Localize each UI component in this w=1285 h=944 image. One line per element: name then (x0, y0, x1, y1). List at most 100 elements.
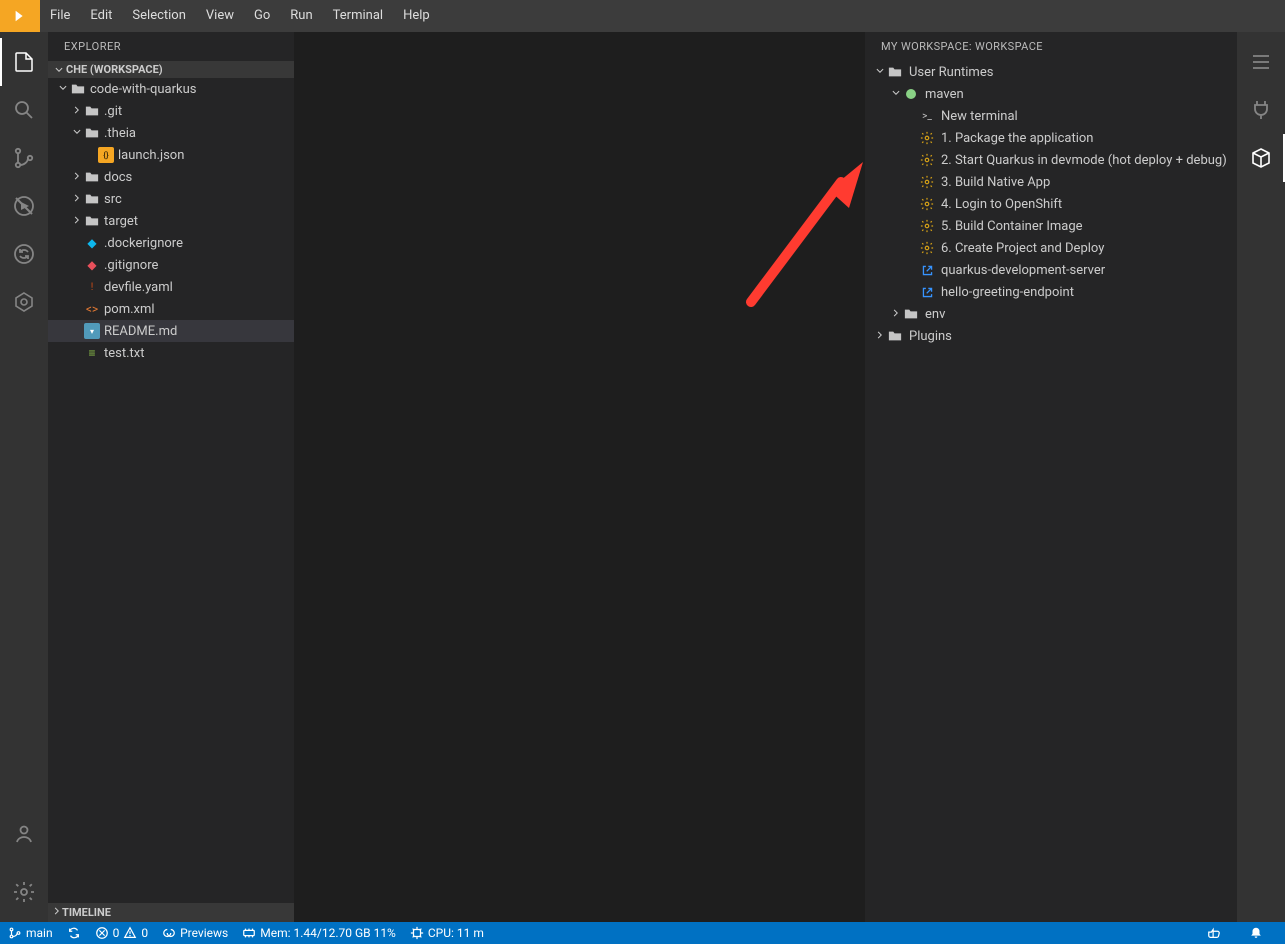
workspace-item-label: quarkus-development-server (941, 263, 1105, 278)
activity-bar-right (1237, 32, 1285, 922)
tree-file[interactable]: ≡test.txt (48, 342, 294, 364)
tree-item-label: test.txt (104, 346, 145, 361)
workspace-item[interactable]: env (865, 303, 1237, 325)
status-previews[interactable]: Previews (162, 926, 228, 940)
tree-folder[interactable]: src (48, 188, 294, 210)
workspace-item[interactable]: maven (865, 83, 1237, 105)
workspace-item[interactable]: >_New terminal (865, 105, 1237, 127)
status-errors-count: 0 (113, 926, 120, 940)
workspace-item[interactable]: 6. Create Project and Deploy (865, 237, 1237, 259)
workspace-item[interactable]: hello-greeting-endpoint (865, 281, 1237, 303)
gear-icon (919, 130, 935, 146)
workspace-item-label: 3. Build Native App (941, 175, 1050, 190)
tree-file[interactable]: {}launch.json (48, 144, 294, 166)
workspace-item[interactable]: 2. Start Quarkus in devmode (hot deploy … (865, 149, 1237, 171)
chevron-down-icon (52, 65, 66, 75)
activity-explorer-icon[interactable] (0, 38, 48, 86)
menu-item-help[interactable]: Help (393, 0, 440, 32)
explorer-tree: code-with-quarkus .git .theia{}launch.json… (48, 78, 294, 903)
tree-folder[interactable]: docs (48, 166, 294, 188)
activity-search-icon[interactable] (0, 86, 48, 134)
menu-item-edit[interactable]: Edit (80, 0, 122, 32)
status-branch[interactable]: main (8, 926, 53, 940)
workspace-item[interactable]: 4. Login to OpenShift (865, 193, 1237, 215)
tree-folder[interactable]: code-with-quarkus (48, 78, 294, 100)
tree-item-label: .git (104, 104, 122, 119)
workspace-item[interactable]: 3. Build Native App (865, 171, 1237, 193)
menu-item-terminal[interactable]: Terminal (323, 0, 393, 32)
menubar: FileEditSelectionViewGoRunTerminalHelp (0, 0, 1285, 32)
activity-sync-icon[interactable] (0, 230, 48, 278)
chevron-icon (70, 171, 84, 184)
menu-item-go[interactable]: Go (244, 0, 280, 32)
workspace-item[interactable]: User Runtimes (865, 61, 1237, 83)
tree-folder[interactable]: .git (48, 100, 294, 122)
chevron-icon (70, 105, 84, 118)
status-sync[interactable] (67, 926, 81, 940)
status-memory-label: Mem: 1.44/12.70 GB 11% (260, 926, 396, 940)
gear-icon (919, 174, 935, 190)
workspace-item-label: User Runtimes (909, 65, 993, 80)
status-cpu[interactable]: CPU: 11 m (410, 926, 484, 940)
tree-file[interactable]: ◆.dockerignore (48, 232, 294, 254)
menu-item-file[interactable]: File (40, 0, 80, 32)
gear-icon (919, 218, 935, 234)
workspace-item[interactable]: 1. Package the application (865, 127, 1237, 149)
workspace-item[interactable]: Plugins (865, 325, 1237, 347)
file-icon: {} (98, 147, 118, 164)
status-previews-label: Previews (180, 926, 228, 940)
chevron-icon (873, 66, 887, 79)
runtime-dot-icon (903, 86, 919, 102)
gear-icon (919, 152, 935, 168)
workspace-item-label: 4. Login to OpenShift (941, 197, 1062, 212)
status-problems[interactable]: 0 0 (95, 926, 149, 940)
explorer-panel: EXPLORER CHE (WORKSPACE) code-with-quark… (48, 32, 294, 922)
tree-item-label: code-with-quarkus (90, 82, 196, 97)
activity-plug-icon[interactable] (1237, 86, 1285, 134)
tree-file[interactable]: !devfile.yaml (48, 276, 294, 298)
folder-icon (84, 103, 100, 119)
workspace-item[interactable]: quarkus-development-server (865, 259, 1237, 281)
activity-workspace-icon[interactable] (1237, 134, 1285, 182)
file-icon: ◆ (84, 257, 104, 273)
status-bell-icon[interactable] (1249, 926, 1263, 940)
tree-item-label: devfile.yaml (104, 280, 173, 295)
folder-icon (887, 64, 903, 80)
timeline-header[interactable]: TIMELINE (48, 903, 294, 922)
activity-debug-icon[interactable] (0, 182, 48, 230)
menu-item-run[interactable]: Run (280, 0, 322, 32)
workspace-item[interactable]: 5. Build Container Image (865, 215, 1237, 237)
activity-settings-icon[interactable] (0, 868, 48, 916)
tree-item-label: pom.xml (104, 302, 155, 317)
chevron-icon (70, 193, 84, 206)
workspace-panel: MY WORKSPACE: WORKSPACE User Runtimesmav… (865, 32, 1237, 922)
tree-file[interactable]: ◆.gitignore (48, 254, 294, 276)
tree-file[interactable]: ▾README.md (48, 320, 294, 342)
tree-item-label: src (104, 192, 122, 207)
tree-item-label: .gitignore (104, 258, 158, 273)
status-memory[interactable]: Mem: 1.44/12.70 GB 11% (242, 926, 396, 940)
folder-icon (84, 125, 100, 141)
workspace-section-label: CHE (WORKSPACE) (66, 63, 163, 76)
activity-account-icon[interactable] (0, 810, 48, 858)
activity-outline-icon[interactable] (1237, 38, 1285, 86)
file-icon: ▾ (84, 323, 104, 340)
tree-item-label: docs (104, 170, 132, 185)
workspace-item-label: maven (925, 87, 964, 102)
external-link-icon (919, 262, 935, 278)
workspace-item-label: 5. Build Container Image (941, 219, 1083, 234)
tree-file[interactable]: <>pom.xml (48, 298, 294, 320)
activity-scm-icon[interactable] (0, 134, 48, 182)
status-feedback-icon[interactable] (1207, 926, 1221, 940)
menu-item-view[interactable]: View (196, 0, 244, 32)
tree-folder[interactable]: .theia (48, 122, 294, 144)
app-logo[interactable] (0, 0, 40, 32)
activity-bar-left (0, 32, 48, 922)
editor-area (294, 32, 865, 922)
workspace-item-label: 2. Start Quarkus in devmode (hot deploy … (941, 153, 1227, 168)
tree-folder[interactable]: target (48, 210, 294, 232)
activity-kubernetes-icon[interactable] (0, 278, 48, 326)
tree-item-label: README.md (104, 324, 177, 339)
menu-item-selection[interactable]: Selection (122, 0, 195, 32)
workspace-section-header[interactable]: CHE (WORKSPACE) (48, 61, 294, 78)
